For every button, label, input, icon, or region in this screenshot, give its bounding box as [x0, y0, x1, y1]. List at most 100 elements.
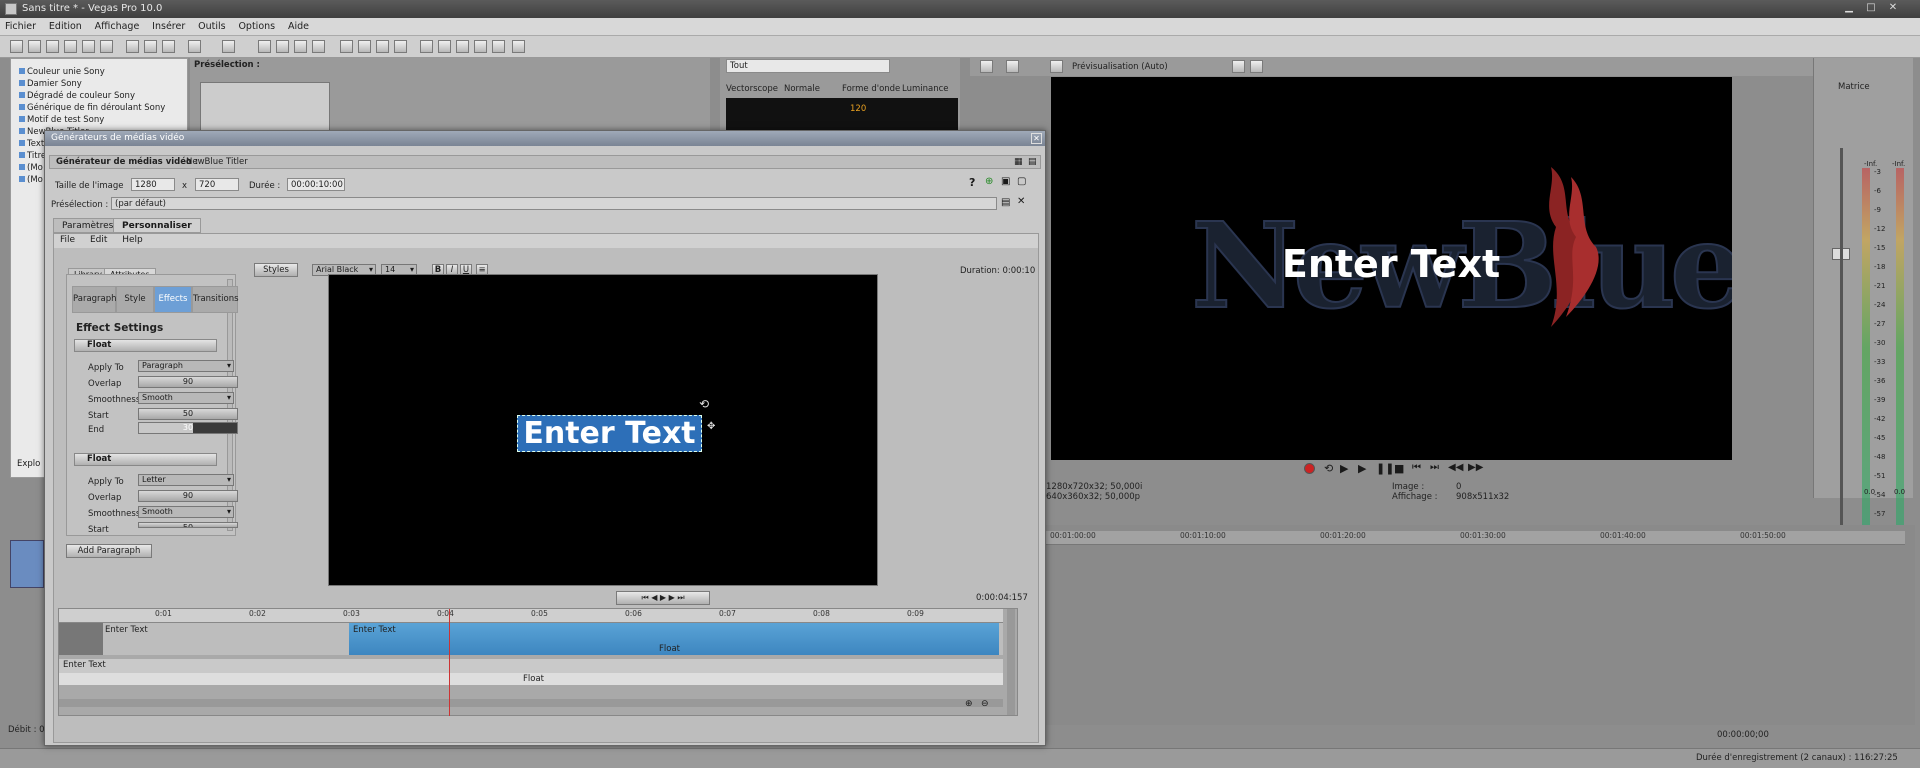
tree-item[interactable]: Dégradé de couleur Sony	[19, 91, 135, 101]
playhead[interactable]	[449, 609, 450, 716]
height-input[interactable]: 720	[195, 178, 239, 191]
tree-item[interactable]: Générique de fin déroulant Sony	[19, 103, 165, 113]
view-mode-icon[interactable]: ▦	[1014, 157, 1023, 167]
width-input[interactable]: 1280	[131, 178, 175, 191]
maximize-icon[interactable]: □	[1862, 1, 1880, 15]
end-slider[interactable]: 30	[138, 422, 238, 434]
titler-menu-edit[interactable]: Edit	[84, 234, 113, 246]
tab-paragraph[interactable]: Paragraph	[72, 286, 117, 313]
move-handle-icon[interactable]: ✥	[707, 421, 715, 432]
copy-icon[interactable]	[144, 40, 157, 53]
play-from-start-icon[interactable]: ▶	[1340, 462, 1348, 475]
grid-icon[interactable]	[474, 40, 487, 53]
stop-icon[interactable]: ■	[1394, 462, 1404, 475]
menu-options[interactable]: Options	[233, 18, 280, 35]
tree-item[interactable]: (Mo	[19, 163, 43, 173]
zoom-out-icon[interactable]: ⊖	[981, 699, 989, 709]
titler-menu-file[interactable]: File	[54, 234, 81, 246]
delete-preset-icon[interactable]: ▢	[1017, 176, 1026, 187]
timeline-area[interactable]: 00:01:00:00 00:01:10:00 00:01:20:00 00:0…	[1045, 525, 1915, 740]
record-icon[interactable]	[1304, 463, 1315, 474]
next-frame-icon[interactable]: ▶▶	[1468, 462, 1483, 473]
lock-envelopes-icon[interactable]	[294, 40, 307, 53]
normal-edit-tool-icon[interactable]	[340, 40, 353, 53]
menu-edition[interactable]: Edition	[44, 18, 87, 35]
envelope-tool-icon[interactable]	[358, 40, 371, 53]
go-to-start-icon[interactable]: ⏮	[641, 593, 648, 602]
apply-to-select[interactable]: Letter	[138, 474, 234, 486]
overlap-slider[interactable]: 90	[138, 376, 238, 388]
redo-icon[interactable]	[222, 40, 235, 53]
tab-style[interactable]: Style	[116, 286, 154, 313]
external-monitor-icon[interactable]	[1006, 60, 1019, 73]
duration-input[interactable]: 00:00:10:00	[287, 178, 345, 191]
delete-icon[interactable]: ✕	[1017, 196, 1025, 207]
preview-quality-select[interactable]: Prévisualisation (Auto)	[1072, 62, 1168, 72]
smoothness-select[interactable]: Smooth	[138, 506, 234, 518]
scope-filter-select[interactable]: Tout	[726, 59, 890, 73]
go-to-end-icon[interactable]: ⏭	[677, 593, 684, 602]
split-screen-icon[interactable]	[1050, 60, 1063, 73]
new-project-icon[interactable]	[10, 40, 23, 53]
start-slider[interactable]: 50	[138, 522, 238, 528]
window-layout-icon[interactable]	[492, 40, 505, 53]
zoom-tool-icon[interactable]	[394, 40, 407, 53]
tree-item[interactable]: Damier Sony	[19, 79, 82, 89]
plugin-chain-icon[interactable]: ⊕	[985, 176, 993, 187]
titler-menu-help[interactable]: Help	[116, 234, 149, 246]
properties-icon[interactable]	[100, 40, 113, 53]
menu-outils[interactable]: Outils	[193, 18, 230, 35]
next-frame-icon[interactable]: ▶	[669, 593, 675, 602]
prev-frame-icon[interactable]: ◀◀	[1448, 462, 1463, 473]
smoothness-select[interactable]: Smooth	[138, 392, 234, 404]
scope-mode-select[interactable]: Normale	[784, 84, 820, 94]
tab-personnaliser[interactable]: Personnaliser	[113, 218, 201, 233]
open-icon[interactable]	[28, 40, 41, 53]
play-icon[interactable]: ▶	[660, 593, 666, 602]
tree-item[interactable]: Motif de test Sony	[19, 115, 104, 125]
save-as-icon[interactable]	[64, 40, 77, 53]
help-icon[interactable]: ?	[969, 176, 975, 189]
title-canvas[interactable]: Enter Text ⟲ ✥	[328, 274, 878, 586]
start-slider[interactable]: 50	[138, 408, 238, 420]
video-preview[interactable]: NewBlueFX Enter Text	[1051, 77, 1732, 460]
snap-icon[interactable]	[258, 40, 271, 53]
undo-icon[interactable]	[188, 40, 201, 53]
effect-clip[interactable]: Float	[59, 673, 1003, 685]
preview-settings-icon[interactable]	[980, 60, 993, 73]
preset-select[interactable]: (par défaut)	[111, 197, 997, 210]
snapshot-icon[interactable]	[456, 40, 469, 53]
go-to-end-icon[interactable]: ⏭	[1430, 462, 1439, 473]
save-preset-icon[interactable]: ▣	[1001, 176, 1010, 187]
dialog-close-icon[interactable]: ✕	[1031, 133, 1042, 144]
explorer-tab[interactable]: Explo	[17, 459, 40, 469]
view-grid-icon[interactable]: ▤	[1028, 157, 1037, 167]
close-icon[interactable]: ✕	[1884, 1, 1902, 15]
tab-parametres[interactable]: Paramètres	[53, 218, 123, 233]
help-icon[interactable]	[512, 40, 525, 53]
apply-to-select[interactable]: Paragraph	[138, 360, 234, 372]
float-group-header[interactable]: Float	[74, 453, 217, 466]
copy-snapshot-icon[interactable]	[1232, 60, 1245, 73]
tab-transitions[interactable]: Transitions	[192, 286, 239, 313]
paste-icon[interactable]	[162, 40, 175, 53]
minimize-icon[interactable]: ▁	[1840, 1, 1858, 15]
cut-icon[interactable]	[126, 40, 139, 53]
titler-vertical-scrollbar[interactable]	[1007, 609, 1015, 715]
loop-icon[interactable]: ⟲	[1324, 462, 1333, 475]
track-header[interactable]	[10, 540, 44, 588]
float-group-header[interactable]: Float	[74, 339, 217, 352]
go-to-start-icon[interactable]: ⏮	[1412, 462, 1421, 473]
pause-icon[interactable]: ❚❚	[1376, 462, 1394, 475]
save-icon[interactable]	[46, 40, 59, 53]
prev-frame-icon[interactable]: ◀	[651, 593, 657, 602]
tab-effects[interactable]: Effects	[154, 286, 192, 313]
text-clip[interactable]: Enter Text Float	[349, 623, 999, 655]
auto-ripple-icon[interactable]	[276, 40, 289, 53]
marker-icon[interactable]	[420, 40, 433, 53]
titler-scrollbar[interactable]	[59, 699, 1003, 707]
auto-crossfade-icon[interactable]	[312, 40, 325, 53]
titler-timeline[interactable]: 0:01 0:02 0:03 0:04 0:05 0:06 0:07 0:08 …	[58, 608, 1018, 716]
waveform-label[interactable]: Forme d'onde	[842, 84, 900, 94]
menu-inserer[interactable]: Insérer	[147, 18, 190, 35]
